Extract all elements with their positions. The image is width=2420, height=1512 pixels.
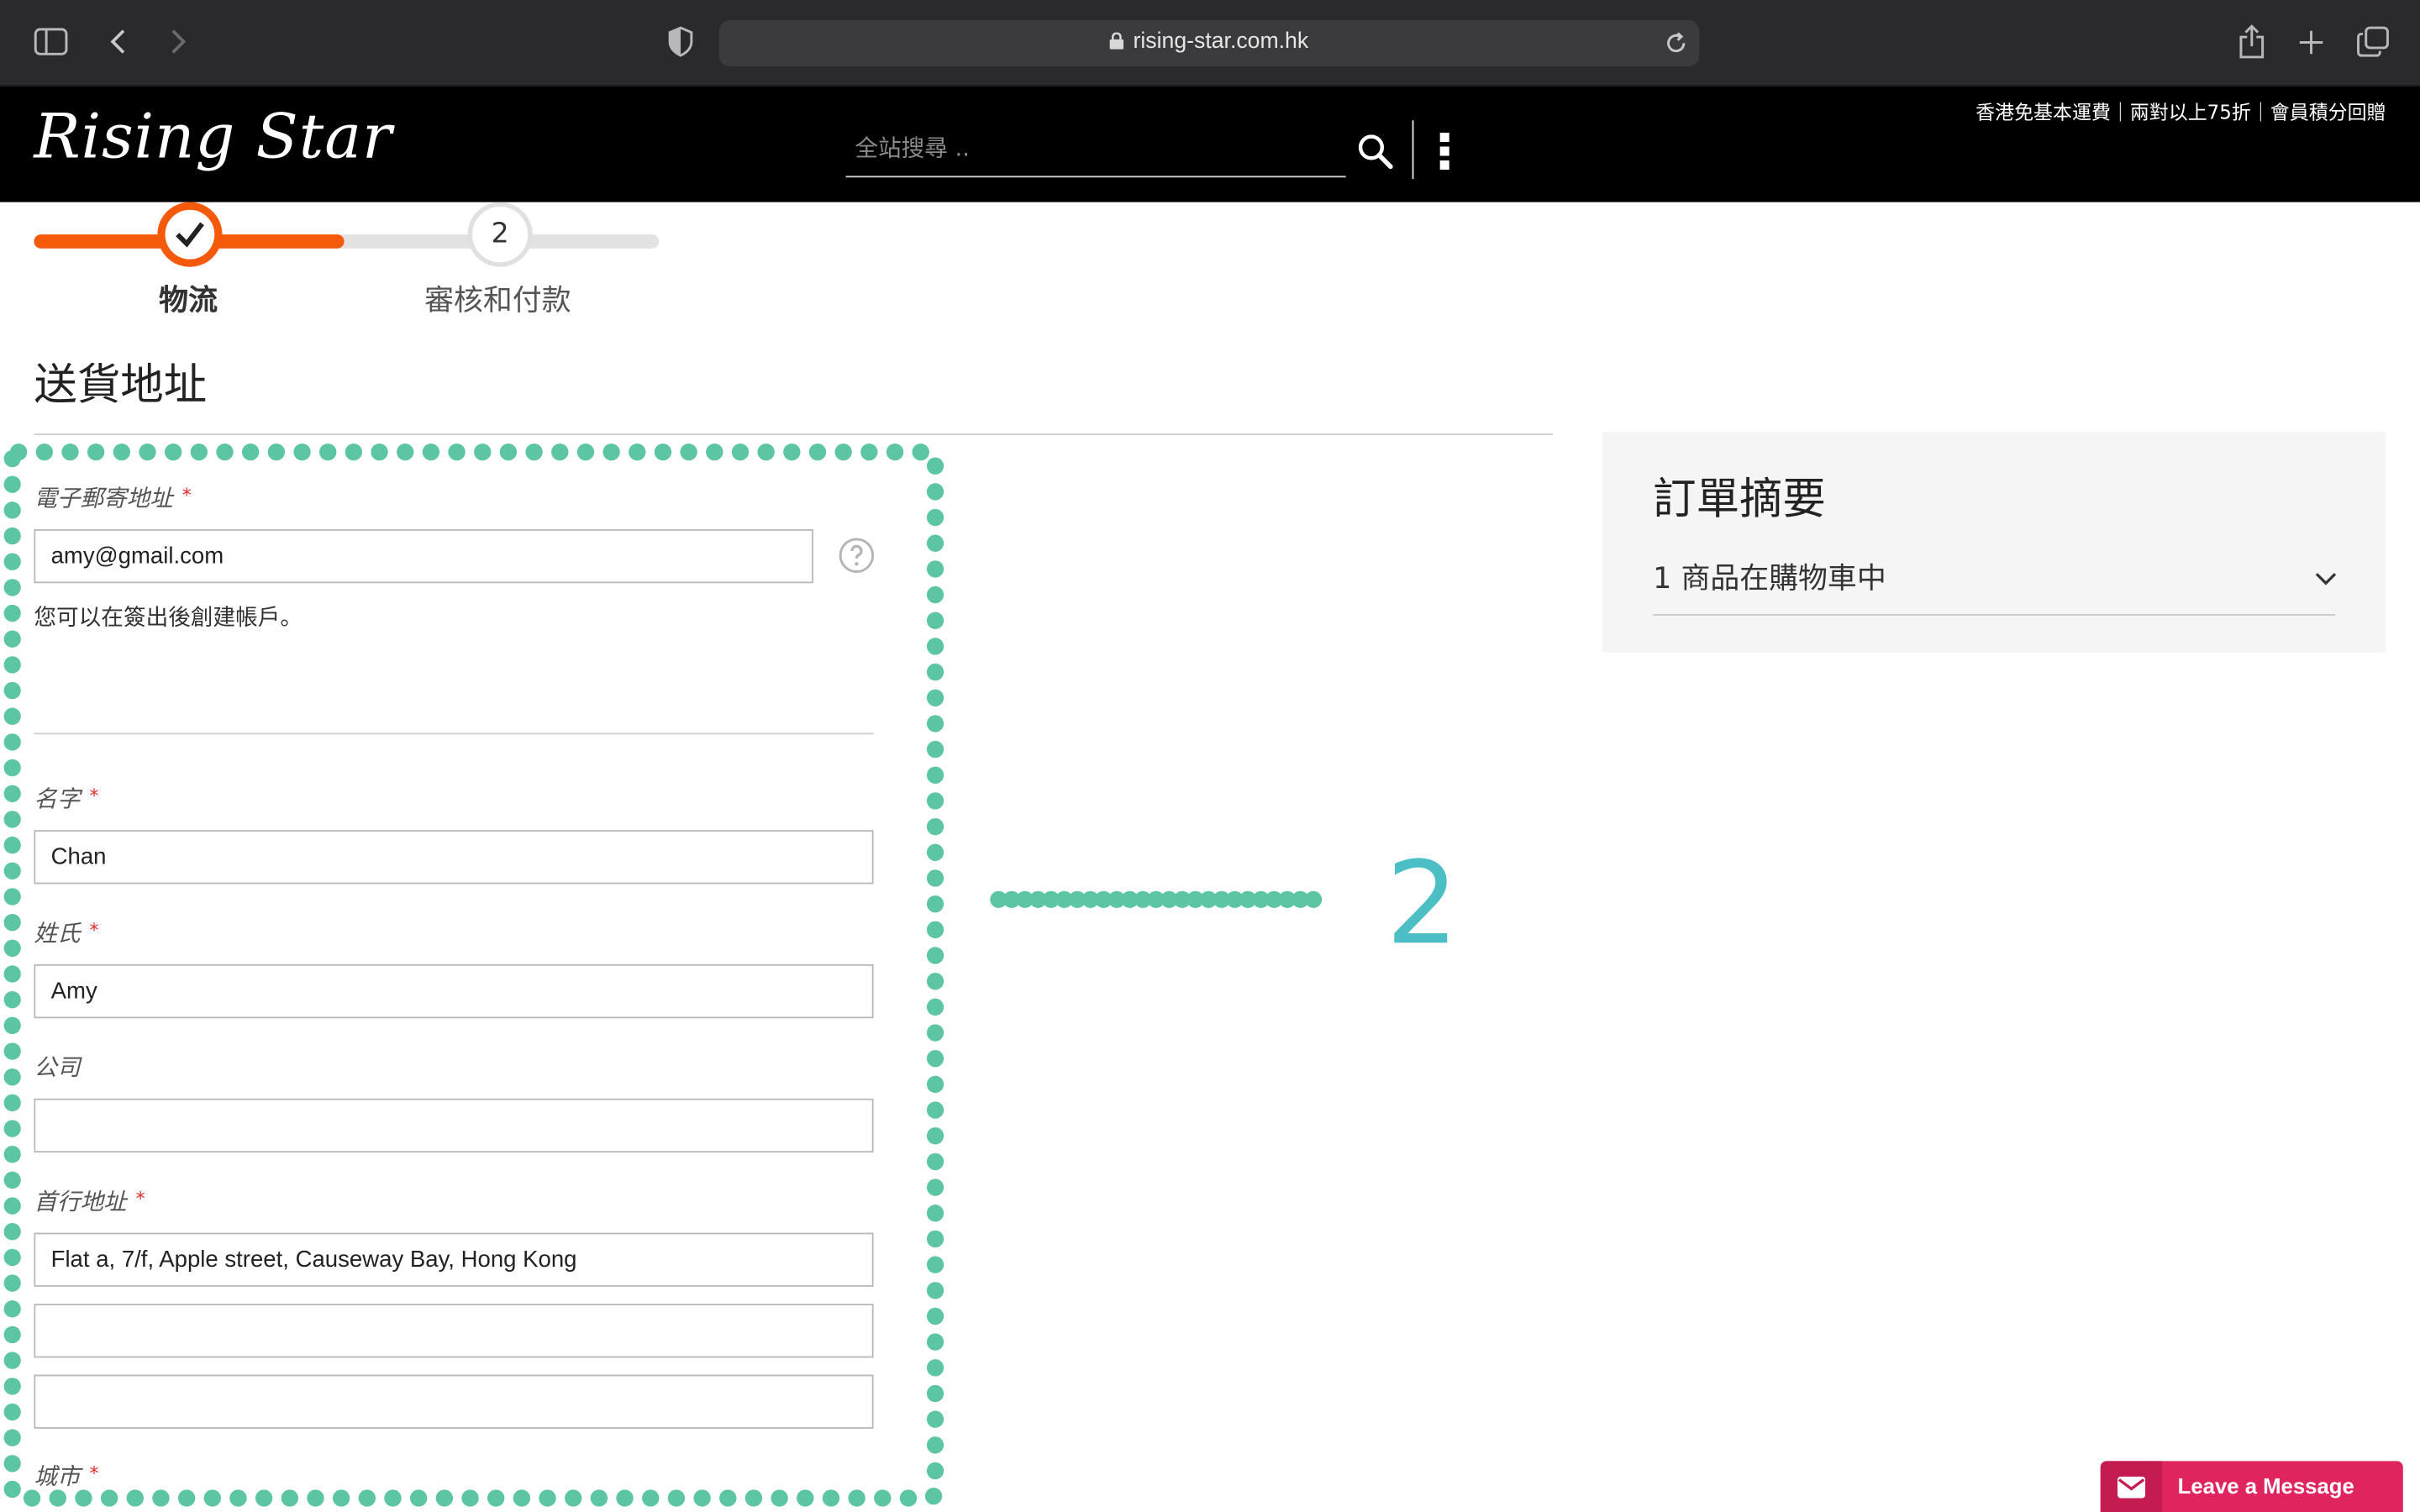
first-name-label: 名字 * — [34, 782, 98, 815]
reload-icon[interactable] — [1665, 32, 1687, 55]
url-text: rising-star.com.hk — [1133, 29, 1309, 55]
page-root: rising-star.com.hk Rising Star 香港免基本運費｜兩… — [0, 0, 2420, 1512]
step-2-label[interactable]: 審核和付款 — [424, 278, 571, 320]
email-field[interactable] — [34, 529, 813, 584]
browser-toolbar: rising-star.com.hk — [0, 0, 2420, 87]
more-menu-icon[interactable] — [1437, 129, 1452, 172]
required-mark: * — [89, 919, 99, 942]
first-name-field[interactable] — [34, 830, 874, 885]
leave-message-button[interactable]: Leave a Message — [2100, 1461, 2403, 1512]
forward-icon[interactable] — [166, 28, 188, 55]
checkmark-icon — [176, 222, 204, 248]
required-mark: * — [135, 1188, 145, 1210]
order-summary-panel: 訂單摘要 1 商品在購物車中 — [1602, 432, 2386, 653]
lam-icon-bg — [2100, 1461, 2163, 1512]
sidebar-toggle-icon[interactable] — [34, 28, 68, 55]
last-name-field[interactable] — [34, 963, 874, 1019]
address-bar[interactable]: rising-star.com.hk — [718, 19, 1700, 66]
annotation-number: 2 — [1386, 837, 1458, 970]
step-1-circle[interactable] — [157, 202, 223, 267]
lock-icon — [1109, 32, 1124, 50]
site-logo[interactable]: Rising Star — [34, 102, 392, 172]
street-label: 首行地址 * — [34, 1185, 145, 1218]
order-summary-title: 訂單摘要 — [1653, 473, 1826, 525]
last-name-label-text: 姓氏 — [34, 919, 81, 948]
step-1-label[interactable]: 物流 — [159, 278, 218, 320]
street-line-1-field[interactable] — [34, 1232, 874, 1287]
leave-message-label: Leave a Message — [2177, 1473, 2354, 1499]
city-label-text: 城市 — [34, 1462, 81, 1491]
chevron-down-icon[interactable] — [2315, 571, 2337, 586]
company-label: 公司 — [34, 1053, 81, 1082]
last-name-label: 姓氏 * — [34, 916, 98, 949]
email-label-text: 電子郵寄地址 — [34, 484, 173, 512]
tab-overview-icon[interactable] — [2357, 26, 2390, 57]
share-icon[interactable] — [2238, 24, 2265, 59]
required-mark: * — [89, 785, 99, 807]
search-input[interactable] — [845, 120, 1346, 178]
street-label-text: 首行地址 — [34, 1188, 127, 1216]
page-title: 送貨地址 — [34, 359, 208, 411]
street-line-2-field[interactable] — [34, 1304, 874, 1358]
required-mark: * — [182, 484, 192, 507]
company-field[interactable] — [34, 1098, 874, 1153]
header-divider — [1412, 120, 1414, 180]
site-header: Rising Star 香港免基本運費｜兩對以上75折｜會員積分回贈 — [0, 86, 2420, 202]
cart-items-toggle[interactable]: 1 商品在購物車中 — [1653, 555, 1886, 597]
promo-banner: 香港免基本運費｜兩對以上75折｜會員積分回贈 — [1975, 100, 2386, 123]
search-icon[interactable] — [1356, 133, 1393, 170]
help-icon[interactable] — [838, 537, 875, 574]
back-icon[interactable] — [108, 28, 130, 55]
first-name-label-text: 名字 — [34, 785, 81, 813]
address-text-row: rising-star.com.hk — [719, 29, 1699, 54]
street-line-3-field[interactable] — [34, 1374, 874, 1429]
city-label: 城市 * — [34, 1460, 98, 1493]
required-mark: * — [89, 1462, 99, 1484]
envelope-icon — [2118, 1476, 2146, 1499]
account-note: 您可以在簽出後創建帳戶。 — [34, 606, 303, 632]
summary-divider — [1653, 614, 2335, 616]
step-2-circle[interactable]: 2 — [467, 202, 533, 267]
privacy-shield-icon[interactable] — [666, 26, 694, 57]
email-label: 電子郵寄地址 * — [34, 481, 191, 514]
new-tab-icon[interactable] — [2298, 29, 2324, 55]
title-divider — [34, 433, 1553, 435]
form-divider — [34, 732, 874, 735]
